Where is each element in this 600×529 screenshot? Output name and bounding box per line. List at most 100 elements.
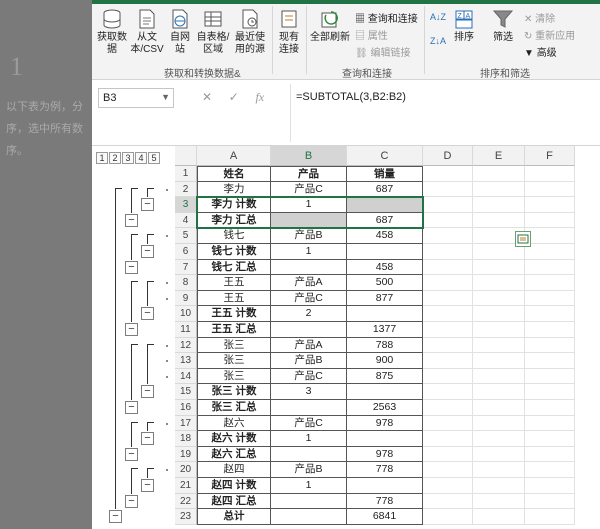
chevron-down-icon[interactable]: ▼ xyxy=(161,92,170,102)
cell-d15[interactable] xyxy=(423,384,473,400)
row-header[interactable]: 22 xyxy=(175,493,197,510)
cell-d5[interactable] xyxy=(423,228,473,244)
cell-e22[interactable] xyxy=(473,493,525,510)
cell-d20[interactable] xyxy=(423,462,473,478)
cell-e18[interactable] xyxy=(473,431,525,447)
properties-button[interactable]: ▤ 属性 xyxy=(355,27,388,42)
cell-f3[interactable] xyxy=(525,197,575,213)
cell-d10[interactable] xyxy=(423,306,473,322)
cell-e12[interactable] xyxy=(473,337,525,354)
cell-c21[interactable] xyxy=(347,478,423,494)
cell-d21[interactable] xyxy=(423,478,473,494)
cell-f18[interactable] xyxy=(525,431,575,447)
row-header[interactable]: 11 xyxy=(175,322,197,338)
cell-f14[interactable] xyxy=(525,368,575,385)
row-header[interactable]: 14 xyxy=(175,368,197,385)
cell-b13[interactable]: 产品B xyxy=(271,353,347,369)
cell-b19[interactable] xyxy=(271,446,347,463)
row-header[interactable]: 5 xyxy=(175,228,197,244)
cell-c6[interactable] xyxy=(347,244,423,260)
cell-e23[interactable] xyxy=(473,509,525,525)
outline-collapse-button[interactable]: − xyxy=(125,260,138,274)
row-header[interactable]: 4 xyxy=(175,212,197,229)
cell-a2[interactable]: 李力 xyxy=(197,181,271,198)
cell-c2[interactable]: 687 xyxy=(347,181,423,198)
row-header[interactable]: 12 xyxy=(175,337,197,354)
cell-f20[interactable] xyxy=(525,462,575,478)
cell-f11[interactable] xyxy=(525,322,575,338)
cell-f13[interactable] xyxy=(525,353,575,369)
cell-d11[interactable] xyxy=(423,322,473,338)
cell-a19[interactable]: 赵六 汇总 xyxy=(197,446,271,463)
outline-collapse-button[interactable]: − xyxy=(141,385,154,399)
cell-c13[interactable]: 900 xyxy=(347,353,423,369)
cell-d22[interactable] xyxy=(423,493,473,510)
cancel-icon[interactable]: ✕ xyxy=(202,90,212,104)
cell-c9[interactable]: 877 xyxy=(347,290,423,307)
cell-d19[interactable] xyxy=(423,446,473,463)
cell-a20[interactable]: 赵四 xyxy=(197,462,271,478)
outline-collapse-button[interactable]: − xyxy=(141,432,154,446)
cell-e21[interactable] xyxy=(473,478,525,494)
edit-links-button[interactable]: ⛓ 编辑链接 xyxy=(355,44,410,59)
row-header[interactable]: 21 xyxy=(175,478,197,494)
cell-c1[interactable]: 销量 xyxy=(347,166,423,182)
cell-e2[interactable] xyxy=(473,181,525,198)
cell-e4[interactable] xyxy=(473,212,525,229)
outline-collapse-button[interactable]: − xyxy=(125,213,138,227)
cell-f16[interactable] xyxy=(525,400,575,416)
outline-level-5-button[interactable]: 5 xyxy=(148,152,160,164)
cell-b16[interactable] xyxy=(271,400,347,416)
cell-d4[interactable] xyxy=(423,212,473,229)
cell-e8[interactable] xyxy=(473,275,525,291)
cell-b21[interactable]: 1 xyxy=(271,478,347,494)
cell-a9[interactable]: 王五 xyxy=(197,290,271,307)
cell-e7[interactable] xyxy=(473,259,525,276)
cell-d1[interactable] xyxy=(423,166,473,182)
cell-e13[interactable] xyxy=(473,353,525,369)
row-header[interactable]: 13 xyxy=(175,353,197,369)
cell-f5[interactable] xyxy=(525,228,575,244)
row-header[interactable]: 17 xyxy=(175,415,197,432)
cell-a16[interactable]: 张三 汇总 xyxy=(197,400,271,416)
select-all-corner[interactable] xyxy=(175,146,197,166)
cell-a21[interactable]: 赵四 计数 xyxy=(197,478,271,494)
cell-f7[interactable] xyxy=(525,259,575,276)
cell-f1[interactable] xyxy=(525,166,575,182)
outline-level-1-button[interactable]: 1 xyxy=(96,152,108,164)
cell-d16[interactable] xyxy=(423,400,473,416)
confirm-icon[interactable]: ✓ xyxy=(229,90,239,104)
cell-b1[interactable]: 产品 xyxy=(271,166,347,182)
cell-f9[interactable] xyxy=(525,290,575,307)
cell-e10[interactable] xyxy=(473,306,525,322)
advanced-filter-button[interactable]: ▼ 高级 xyxy=(524,44,557,59)
cell-a13[interactable]: 张三 xyxy=(197,353,271,369)
cell-d14[interactable] xyxy=(423,368,473,385)
from-text-csv-button[interactable]: 从文本/CSV xyxy=(130,8,164,56)
row-header[interactable]: 19 xyxy=(175,446,197,463)
cell-a7[interactable]: 钱七 汇总 xyxy=(197,259,271,276)
get-data-button[interactable]: 获取数据 xyxy=(96,8,128,56)
cell-f12[interactable] xyxy=(525,337,575,354)
cell-e15[interactable] xyxy=(473,384,525,400)
cell-a18[interactable]: 赵六 计数 xyxy=(197,431,271,447)
outline-collapse-button[interactable]: − xyxy=(125,323,138,336)
cell-d17[interactable] xyxy=(423,415,473,432)
row-header[interactable]: 1 xyxy=(175,166,197,182)
outline-collapse-button[interactable]: − xyxy=(141,198,154,212)
cell-a4[interactable]: 李力 汇总 xyxy=(197,212,271,229)
cell-e11[interactable] xyxy=(473,322,525,338)
cell-a23[interactable]: 总计 xyxy=(197,509,271,525)
cell-b20[interactable]: 产品B xyxy=(271,462,347,478)
cell-b11[interactable] xyxy=(271,322,347,338)
cell-b2[interactable]: 产品C xyxy=(271,181,347,198)
cell-c14[interactable]: 875 xyxy=(347,368,423,385)
cell-a14[interactable]: 张三 xyxy=(197,368,271,385)
cell-d9[interactable] xyxy=(423,290,473,307)
cell-b3[interactable]: 1 xyxy=(271,197,347,213)
cell-f21[interactable] xyxy=(525,478,575,494)
formula-input[interactable]: =SUBTOTAL(3,B2:B2) xyxy=(296,91,406,103)
cell-c5[interactable]: 458 xyxy=(347,228,423,244)
cell-a17[interactable]: 赵六 xyxy=(197,415,271,432)
cell-b22[interactable] xyxy=(271,493,347,510)
